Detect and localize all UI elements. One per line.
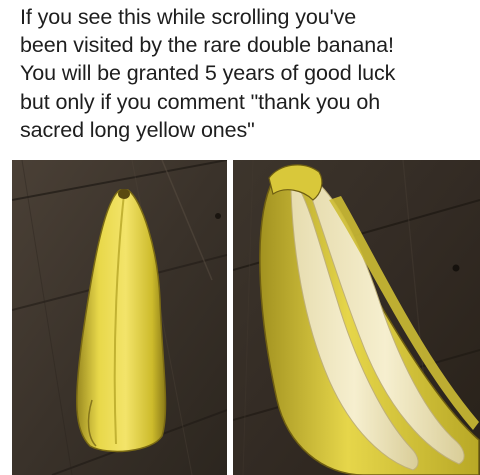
closed-banana-image <box>12 160 227 475</box>
caption-line-5: sacred long yellow ones" <box>20 117 255 142</box>
caption-line-2: been visited by the rare double banana! <box>20 33 394 58</box>
caption-line-1: If you see this while scrolling you've <box>20 5 357 29</box>
double-banana-photo <box>233 160 480 475</box>
double-banana-image <box>233 160 480 475</box>
caption-line-3: You will be granted 5 years of good luck <box>20 61 396 86</box>
meme-caption: If you see this while scrolling you've b… <box>20 3 475 144</box>
caption-line-4: but only if you comment "thank you oh <box>20 89 381 114</box>
closed-banana-photo <box>12 160 227 475</box>
